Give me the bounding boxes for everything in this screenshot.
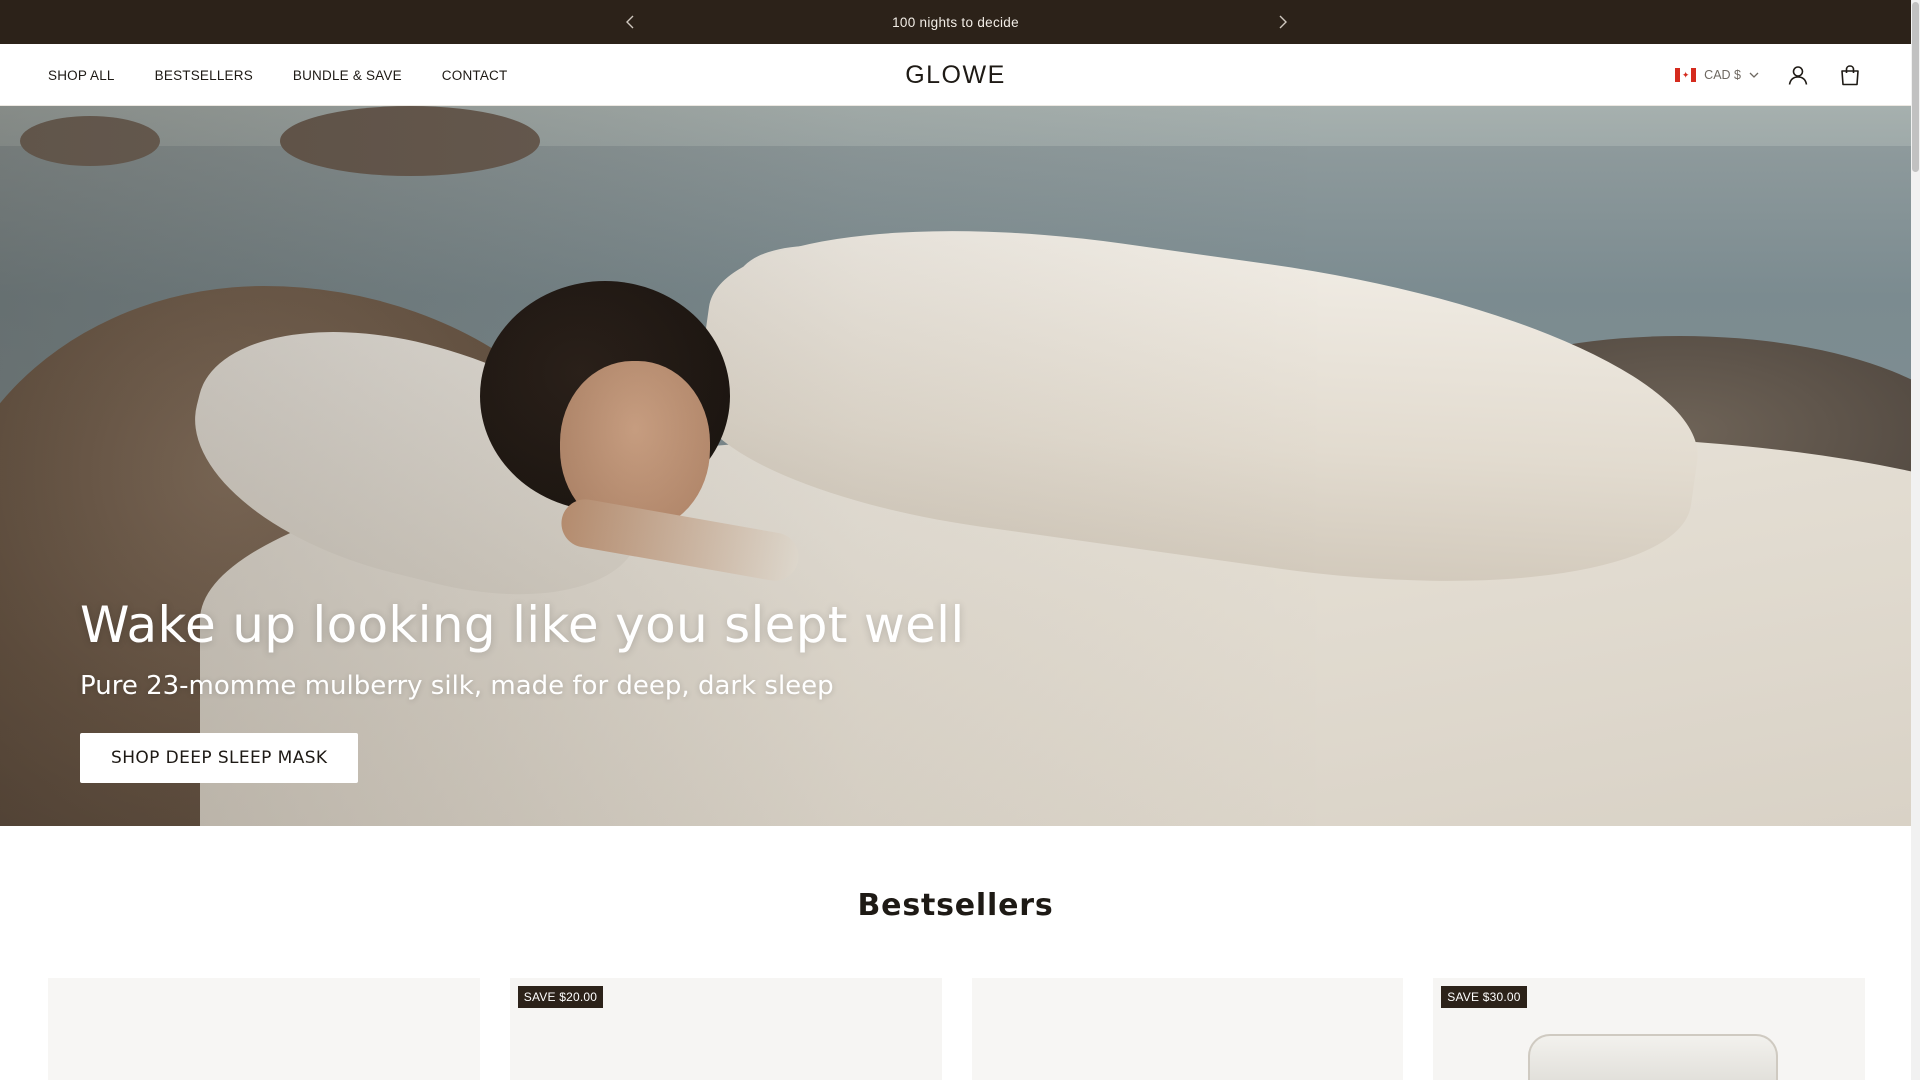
chevron-right-icon[interactable]: [1271, 10, 1295, 34]
sale-badge: SAVE $20.00: [517, 986, 604, 1008]
site-header: SHOP ALL BESTSELLERS BUNDLE & SAVE CONTA…: [0, 44, 1911, 106]
user-account-icon[interactable]: [1785, 62, 1811, 88]
product-card[interactable]: [971, 978, 1404, 1080]
chevron-down-icon: [1749, 72, 1759, 78]
bestsellers-grid: SAVE $20.00 SAVE $30.00: [48, 978, 1865, 1080]
main-nav: SHOP ALL BESTSELLERS BUNDLE & SAVE CONTA…: [48, 44, 507, 106]
nav-bestsellers[interactable]: BESTSELLERS: [155, 68, 253, 83]
shop-deep-sleep-mask-button[interactable]: SHOP DEEP SLEEP MASK: [80, 733, 359, 783]
product-image: [1528, 1034, 1779, 1080]
canada-flag-icon: ✦: [1675, 68, 1697, 82]
announcement-bar: 100 nights to decide: [0, 0, 1911, 44]
announcement-message: 100 nights to decide: [892, 14, 1019, 30]
hero-subheadline: Pure 23-momme mulberry silk, made for de…: [80, 671, 834, 701]
product-card[interactable]: [48, 978, 480, 1080]
currency-selector[interactable]: ✦ CAD $: [1675, 68, 1759, 82]
shopping-bag-icon[interactable]: [1837, 62, 1863, 88]
hero-headline: Wake up looking like you slept well: [80, 596, 965, 654]
nav-contact[interactable]: CONTACT: [442, 68, 508, 83]
bestsellers-title: Bestsellers: [857, 888, 1054, 923]
nav-shop-all[interactable]: SHOP ALL: [48, 68, 115, 83]
hero-content: Wake up looking like you slept well Pure…: [80, 598, 965, 783]
site-logo[interactable]: GLOWE: [905, 61, 1006, 90]
header-tools: ✦ CAD $: [1675, 44, 1863, 106]
currency-label: CAD $: [1704, 68, 1741, 82]
sale-badge: SAVE $30.00: [1441, 986, 1527, 1008]
product-card[interactable]: SAVE $30.00: [1433, 978, 1865, 1080]
nav-bundle-save[interactable]: BUNDLE & SAVE: [293, 68, 402, 83]
product-card[interactable]: SAVE $20.00: [509, 978, 942, 1080]
hero-banner: Wake up looking like you slept well Pure…: [0, 106, 1911, 826]
page-scrollbar[interactable]: [1911, 0, 1920, 1080]
scrollbar-thumb[interactable]: [1912, 2, 1919, 172]
chevron-left-icon[interactable]: [618, 10, 642, 34]
